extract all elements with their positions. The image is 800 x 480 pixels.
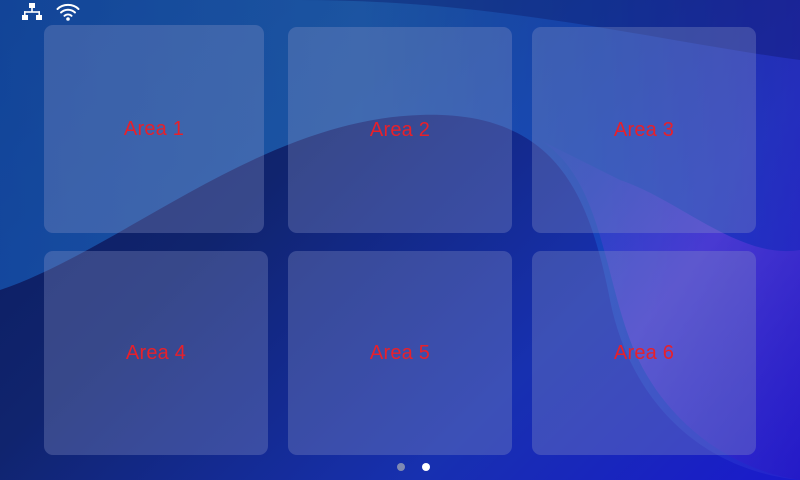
area-tile-4[interactable]: Area 4: [44, 251, 268, 455]
page-dot-1[interactable]: [397, 463, 405, 471]
page-dot-2-active[interactable]: [422, 463, 430, 471]
area-tile-5[interactable]: Area 5: [288, 251, 512, 455]
area-tile-label: Area 2: [369, 118, 431, 141]
area-tile-2[interactable]: Area 2: [288, 27, 512, 233]
area-tile-label: Area 1: [123, 117, 185, 140]
wifi-icon: [56, 2, 80, 22]
network-icon: [20, 2, 44, 22]
home-screen: Area 1 Area 2 Area 3 Area 4 Area 5 Area …: [0, 0, 800, 480]
area-tile-label: Area 5: [369, 341, 431, 364]
area-tile-label: Area 3: [613, 118, 675, 141]
status-bar: [0, 0, 800, 24]
area-tile-3[interactable]: Area 3: [532, 27, 756, 233]
area-tile-1[interactable]: Area 1: [44, 25, 264, 233]
area-tile-label: Area 6: [613, 341, 675, 364]
area-tile-6[interactable]: Area 6: [532, 251, 756, 455]
area-tile-label: Area 4: [125, 341, 187, 364]
page-indicator: [0, 461, 800, 473]
